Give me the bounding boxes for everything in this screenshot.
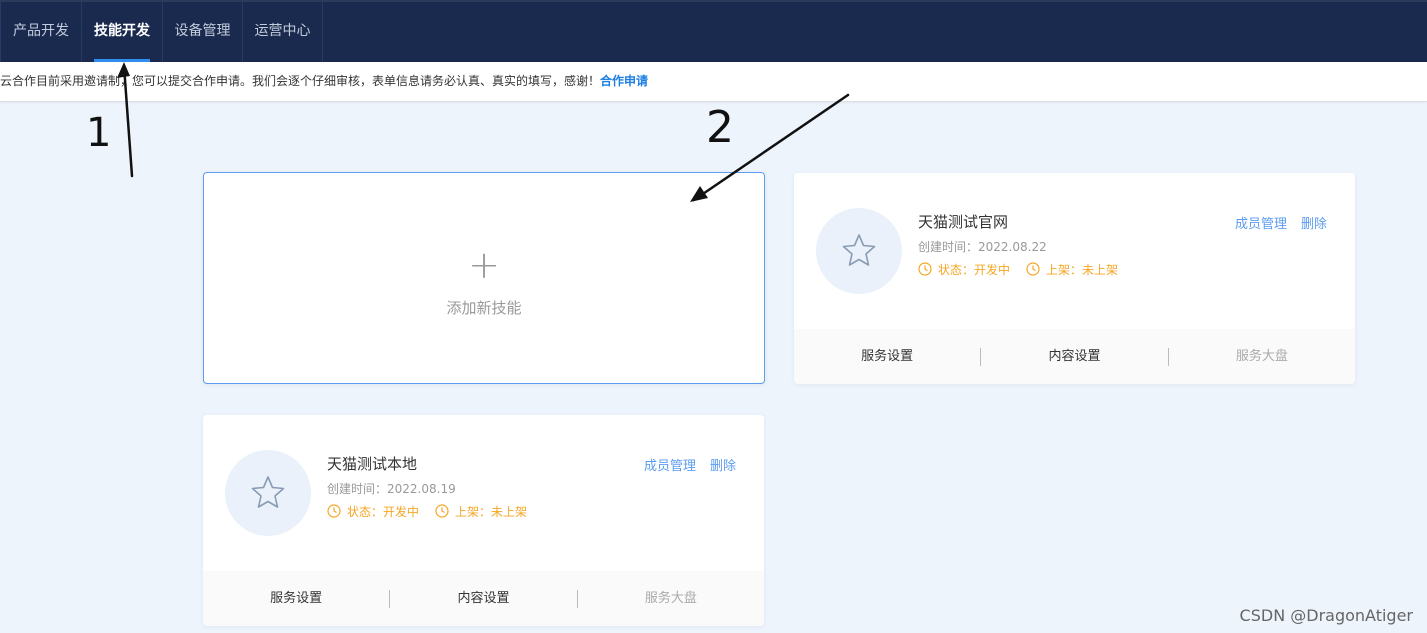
top-nav: 产品开发 技能开发 设备管理 运营中心 xyxy=(0,0,1427,62)
clock-icon xyxy=(327,504,341,518)
add-skill-card[interactable]: + 添加新技能 xyxy=(203,172,765,384)
add-skill-label: 添加新技能 xyxy=(446,299,522,317)
skill-card-body: 天猫测试本地 创建时间：2022.08.19 状态：开发中 上架：未上架 成员管… xyxy=(203,415,764,571)
release-text: 上架：未上架 xyxy=(455,504,528,519)
member-manage-link[interactable]: 成员管理 xyxy=(1235,213,1287,232)
clock-icon xyxy=(1026,262,1040,276)
delete-link[interactable]: 删除 xyxy=(1301,213,1327,232)
skill-avatar xyxy=(225,450,311,536)
skill-card-footer: 服务设置 内容设置 服务大盘 xyxy=(203,571,764,626)
member-manage-link[interactable]: 成员管理 xyxy=(644,455,696,474)
star-icon xyxy=(251,476,285,508)
release-text: 上架：未上架 xyxy=(1046,262,1119,277)
star-icon xyxy=(842,234,876,266)
nav-tab-product-dev[interactable]: 产品开发 xyxy=(0,2,82,62)
skill-name: 天猫测试官网 xyxy=(918,213,1009,231)
skill-card: 天猫测试官网 创建时间：2022.08.22 状态：开发中 上架：未上架 成员管… xyxy=(794,173,1355,384)
service-dashboard-button[interactable]: 服务大盘 xyxy=(1169,329,1355,384)
release-status: 上架：未上架 xyxy=(435,503,527,520)
nav-tab-label: 设备管理 xyxy=(174,23,231,39)
created-date: 2022.08.22 xyxy=(978,240,1047,254)
status-row: 状态：开发中 上架：未上架 xyxy=(918,259,1134,279)
skill-card-footer: 服务设置 内容设置 服务大盘 xyxy=(794,329,1355,384)
nav-tab-label: 产品开发 xyxy=(13,23,69,39)
created-label: 创建时间： xyxy=(918,240,979,254)
dev-status: 状态：开发中 xyxy=(327,503,419,520)
clock-icon xyxy=(435,504,449,518)
created-time: 创建时间：2022.08.19 xyxy=(327,480,456,497)
status-row: 状态：开发中 上架：未上架 xyxy=(327,501,543,521)
apply-link[interactable]: 合作申请 xyxy=(600,74,648,88)
annotation-mark-1: 1 xyxy=(86,110,111,156)
service-settings-button[interactable]: 服务设置 xyxy=(203,571,389,626)
nav-tab-label: 技能开发 xyxy=(94,23,150,39)
release-status: 上架：未上架 xyxy=(1026,261,1118,278)
watermark: CSDN @DragonAtiger xyxy=(1239,606,1413,625)
skill-avatar xyxy=(816,208,902,294)
card-actions: 成员管理 删除 xyxy=(1235,213,1327,232)
nav-tab-label: 运营中心 xyxy=(254,23,311,39)
plus-icon: + xyxy=(468,243,500,287)
dev-status: 状态：开发中 xyxy=(918,261,1010,278)
created-date: 2022.08.19 xyxy=(387,482,456,496)
created-label: 创建时间： xyxy=(327,482,388,496)
skill-card: 天猫测试本地 创建时间：2022.08.19 状态：开发中 上架：未上架 成员管… xyxy=(203,415,764,626)
annotation-mark-2: 2 xyxy=(706,102,734,153)
skill-card-body: 天猫测试官网 创建时间：2022.08.22 状态：开发中 上架：未上架 成员管… xyxy=(794,173,1355,329)
nav-tab-device-mgmt[interactable]: 设备管理 xyxy=(163,2,243,62)
delete-link[interactable]: 删除 xyxy=(710,455,736,474)
content-settings-button[interactable]: 内容设置 xyxy=(390,571,576,626)
status-text: 状态：开发中 xyxy=(347,504,420,519)
notice-text: 云合作目前采用邀请制，您可以提交合作申请。我们会逐个仔细审核，表单信息请务必认真… xyxy=(0,74,601,88)
card-actions: 成员管理 删除 xyxy=(644,455,736,474)
created-time: 创建时间：2022.08.22 xyxy=(918,238,1047,255)
service-dashboard-button[interactable]: 服务大盘 xyxy=(578,571,764,626)
skill-name: 天猫测试本地 xyxy=(327,455,418,473)
notice-bar: 云合作目前采用邀请制，您可以提交合作申请。我们会逐个仔细审核，表单信息请务必认真… xyxy=(0,62,1427,102)
nav-tab-operations[interactable]: 运营中心 xyxy=(243,2,323,62)
content-settings-button[interactable]: 内容设置 xyxy=(981,329,1167,384)
status-text: 状态：开发中 xyxy=(938,262,1011,277)
nav-tab-skill-dev[interactable]: 技能开发 xyxy=(82,2,163,62)
service-settings-button[interactable]: 服务设置 xyxy=(794,329,980,384)
clock-icon xyxy=(918,262,932,276)
